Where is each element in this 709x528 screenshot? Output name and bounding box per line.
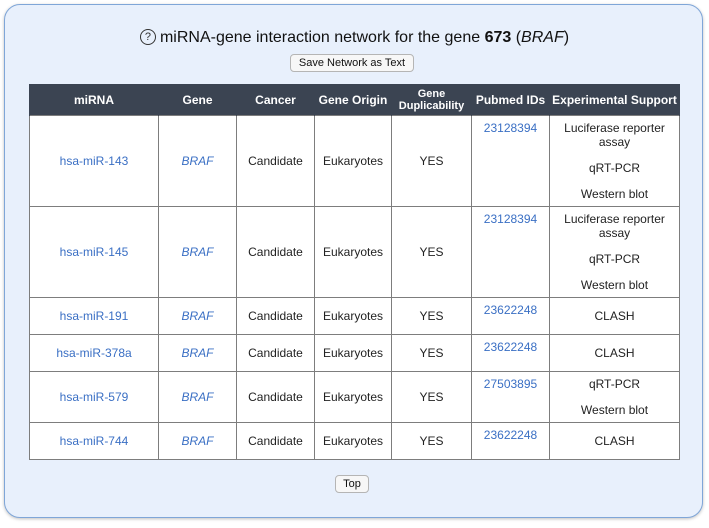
- table-row: hsa-miR-145 BRAF Candidate Eukaryotes YE…: [29, 206, 680, 298]
- mirna-link[interactable]: hsa-miR-744: [29, 422, 159, 460]
- mirna-link[interactable]: hsa-miR-579: [29, 371, 159, 423]
- cancer-cell: Candidate: [236, 206, 315, 298]
- pubmed-link[interactable]: 23622248: [471, 422, 550, 460]
- save-network-button[interactable]: Save Network as Text: [290, 54, 414, 72]
- origin-cell: Eukaryotes: [314, 206, 392, 298]
- duplicability-cell: YES: [391, 422, 472, 460]
- support-item: Western blot: [580, 403, 649, 417]
- gene-symbol: BRAF: [521, 29, 564, 46]
- title-paren-close: ): [563, 29, 570, 46]
- mirna-link[interactable]: hsa-miR-378a: [29, 334, 159, 372]
- gene-link[interactable]: BRAF: [158, 115, 237, 207]
- gene-link[interactable]: BRAF: [158, 297, 237, 335]
- top-button[interactable]: Top: [335, 475, 369, 493]
- table-row: hsa-miR-378a BRAF Candidate Eukaryotes Y…: [29, 334, 680, 372]
- support-item: Luciferase reporter assay: [564, 212, 665, 240]
- support-item: Luciferase reporter assay: [564, 121, 665, 149]
- help-icon[interactable]: ?: [139, 29, 156, 45]
- pubmed-link[interactable]: 23622248: [471, 297, 550, 335]
- column-header-experimental-support: Experimental Support: [549, 84, 680, 116]
- table-header-row: miRNA Gene Cancer Gene Origin Gene Dupli…: [29, 84, 680, 116]
- pubmed-link[interactable]: 23622248: [471, 334, 550, 372]
- support-cell: CLASH: [549, 334, 680, 372]
- origin-cell: Eukaryotes: [314, 422, 392, 460]
- column-header-gene: Gene: [158, 84, 237, 116]
- duplicability-cell: YES: [391, 334, 472, 372]
- support-item: CLASH: [594, 346, 635, 360]
- support-cell: Luciferase reporter assay qRT-PCR Wester…: [549, 115, 680, 207]
- mirna-link[interactable]: hsa-miR-191: [29, 297, 159, 335]
- origin-cell: Eukaryotes: [314, 371, 392, 423]
- pubmed-link[interactable]: 23128394: [471, 115, 550, 207]
- table-row: hsa-miR-143 BRAF Candidate Eukaryotes YE…: [29, 115, 680, 207]
- duplicability-cell: YES: [391, 206, 472, 298]
- support-cell: CLASH: [549, 297, 680, 335]
- duplicability-cell: YES: [391, 371, 472, 423]
- duplicability-cell: YES: [391, 115, 472, 207]
- support-item: Western blot: [580, 187, 649, 201]
- column-header-gene-origin: Gene Origin: [314, 84, 392, 116]
- origin-cell: Eukaryotes: [314, 334, 392, 372]
- support-item: qRT-PCR: [588, 161, 641, 175]
- support-item: CLASH: [594, 434, 635, 448]
- column-header-pubmed-ids: Pubmed IDs: [471, 84, 550, 116]
- interaction-table: miRNA Gene Cancer Gene Origin Gene Dupli…: [29, 84, 680, 460]
- mirna-link[interactable]: hsa-miR-145: [29, 206, 159, 298]
- duplicability-cell: YES: [391, 297, 472, 335]
- cancer-cell: Candidate: [236, 297, 315, 335]
- support-item: qRT-PCR: [588, 252, 641, 266]
- support-item: qRT-PCR: [588, 377, 641, 391]
- title-prefix: miRNA-gene interaction network for the g…: [159, 29, 485, 46]
- gene-link[interactable]: BRAF: [158, 422, 237, 460]
- mirna-link[interactable]: hsa-miR-143: [29, 115, 159, 207]
- support-cell: CLASH: [549, 422, 680, 460]
- cancer-cell: Candidate: [236, 115, 315, 207]
- column-header-gene-duplicability: Gene Duplicability: [391, 84, 472, 116]
- gene-link[interactable]: BRAF: [158, 371, 237, 423]
- table-row: hsa-miR-744 BRAF Candidate Eukaryotes YE…: [29, 422, 680, 460]
- support-item: Western blot: [580, 278, 649, 292]
- support-item: CLASH: [594, 309, 635, 323]
- origin-cell: Eukaryotes: [314, 115, 392, 207]
- gene-link[interactable]: BRAF: [158, 206, 237, 298]
- title-paren-open: (: [511, 29, 522, 46]
- table-row: hsa-miR-579 BRAF Candidate Eukaryotes YE…: [29, 371, 680, 423]
- column-header-mirna: miRNA: [29, 84, 159, 116]
- origin-cell: Eukaryotes: [314, 297, 392, 335]
- cancer-cell: Candidate: [236, 422, 315, 460]
- gene-id: 673: [484, 29, 512, 46]
- table-row: hsa-miR-191 BRAF Candidate Eukaryotes YE…: [29, 297, 680, 335]
- page-title: ? miRNA-gene interaction network for the …: [5, 29, 704, 47]
- support-cell: Luciferase reporter assay qRT-PCR Wester…: [549, 206, 680, 298]
- pubmed-link[interactable]: 23128394: [471, 206, 550, 298]
- support-cell: qRT-PCR Western blot: [549, 371, 680, 423]
- column-header-cancer: Cancer: [236, 84, 315, 116]
- cancer-cell: Candidate: [236, 371, 315, 423]
- gene-link[interactable]: BRAF: [158, 334, 237, 372]
- pubmed-link[interactable]: 27503895: [471, 371, 550, 423]
- cancer-cell: Candidate: [236, 334, 315, 372]
